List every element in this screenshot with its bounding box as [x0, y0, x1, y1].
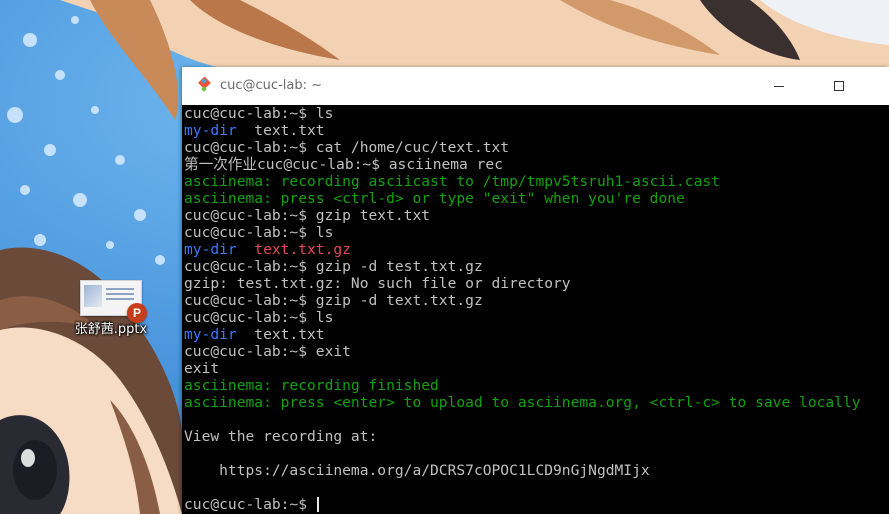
maximize-button[interactable] [809, 67, 869, 105]
terminal-line: cuc@cuc-lab:~$ cat /home/cuc/text.txt [184, 139, 861, 156]
terminal-line: cuc@cuc-lab:~$ gzip text.txt [184, 207, 861, 224]
text-cursor [316, 497, 319, 512]
slide-preview-text [106, 288, 134, 303]
terminal-text: my-dir [184, 241, 237, 258]
terminal-line: cuc@cuc-lab:~$ ls [184, 224, 861, 241]
window-title: cuc@cuc-lab: ~ [220, 78, 322, 93]
terminal-text: gzip: test.txt.gz: No such file or direc… [184, 275, 571, 292]
desktop-file-label: 张舒茜.pptx [74, 322, 148, 337]
terminal-text: my-dir [184, 326, 237, 343]
terminal-line: exit [184, 360, 861, 377]
desktop-file-pptx[interactable]: P 张舒茜.pptx [66, 280, 156, 344]
maximize-icon [834, 81, 844, 91]
terminal-lines: cuc@cuc-lab:~$ ls my-dir text.txt cuc@cuc-… [184, 105, 861, 513]
terminal-text: asciinema: press <enter> to upload to as… [184, 394, 861, 411]
terminal-text: exit [184, 360, 220, 377]
terminal-line: gzip: test.txt.gz: No such file or direc… [184, 275, 861, 292]
terminal-line: my-dir text.txt [184, 122, 861, 139]
terminal-line: 第一次作业cuc@cuc-lab:~$ asciinema rec [184, 156, 861, 173]
window-titlebar[interactable]: cuc@cuc-lab: ~ [182, 67, 889, 106]
terminal-line: asciinema: press <enter> to upload to as… [184, 394, 861, 411]
terminal-line: my-dir text.txt.gz [184, 241, 861, 258]
terminal-text: 第一次作业cuc@cuc-lab:~$ asciinema rec [184, 156, 503, 173]
terminal-text: View the recording at: [184, 428, 378, 445]
terminal-text: cuc@cuc-lab:~$ [184, 496, 316, 513]
terminal-text: text.txt [236, 326, 325, 343]
terminal-text: cuc@cuc-lab:~$ gzip -d text.txt.gz [184, 292, 483, 309]
terminal-text: my-dir [184, 122, 237, 139]
terminal-line: my-dir text.txt [184, 326, 861, 343]
terminal-text: cuc@cuc-lab:~$ ls [184, 224, 334, 241]
git-bash-icon [198, 77, 211, 92]
terminal-text: asciinema: press <ctrl-d> or type "exit"… [184, 190, 685, 207]
pptx-thumbnail: P [80, 280, 147, 323]
terminal-text: https://asciinema.org/a/DCRS7cOPOC1LCD9n… [184, 462, 650, 479]
terminal-text: cuc@cuc-lab:~$ exit [184, 343, 351, 360]
minimize-icon [774, 85, 784, 87]
powerpoint-icon: P [127, 303, 147, 323]
slide-preview-image [84, 285, 102, 307]
terminal-line: cuc@cuc-lab:~$ gzip -d text.txt.gz [184, 292, 861, 309]
terminal-text: text.txt [236, 122, 325, 139]
terminal-text: cuc@cuc-lab:~$ gzip text.txt [184, 207, 431, 224]
terminal-text: cuc@cuc-lab:~$ cat /home/cuc/text.txt [184, 139, 510, 156]
terminal-line: asciinema: recording asciicast to /tmp/t… [184, 173, 861, 190]
terminal-line: cuc@cuc-lab:~$ ls [184, 309, 861, 326]
terminal-line: https://asciinema.org/a/DCRS7cOPOC1LCD9n… [184, 462, 861, 479]
terminal-line: cuc@cuc-lab:~$ ls [184, 105, 861, 122]
terminal-text: cuc@cuc-lab:~$ gzip -d test.txt.gz [184, 258, 483, 275]
terminal-line: cuc@cuc-lab:~$ gzip -d test.txt.gz [184, 258, 861, 275]
terminal-line: cuc@cuc-lab:~$ exit [184, 343, 861, 360]
minimize-button[interactable] [749, 67, 809, 105]
terminal-text: asciinema: recording finished [184, 377, 439, 394]
terminal-text: cuc@cuc-lab:~$ ls [184, 105, 334, 122]
terminal-line: View the recording at: [184, 428, 861, 445]
terminal-output[interactable]: cuc@cuc-lab:~$ ls my-dir text.txt cuc@cuc-… [182, 105, 889, 514]
terminal-line: asciinema: press <ctrl-d> or type "exit"… [184, 190, 861, 207]
terminal-line: asciinema: recording finished [184, 377, 861, 394]
terminal-text: cuc@cuc-lab:~$ ls [184, 309, 334, 326]
terminal-line: cuc@cuc-lab:~$ [184, 496, 861, 513]
terminal-text: asciinema: recording asciicast to /tmp/t… [184, 173, 720, 190]
terminal-window[interactable]: cuc@cuc-lab: ~ cuc@cuc-lab:~$ ls my-dir t… [182, 67, 889, 514]
terminal-text: text.txt.gz [254, 241, 351, 258]
